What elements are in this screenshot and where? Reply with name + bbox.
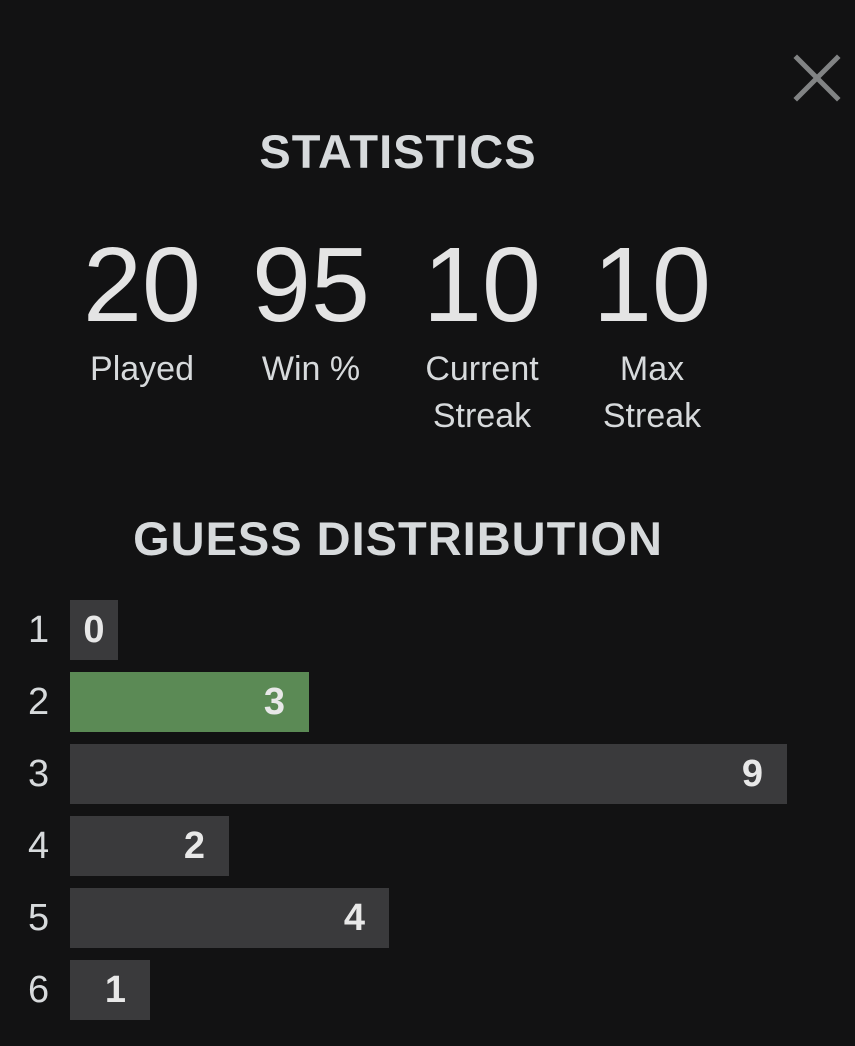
distribution-row: 2 3 (0, 672, 855, 732)
guess-number: 4 (28, 825, 50, 867)
distribution-row: 3 9 (0, 744, 855, 804)
distribution-bar: 2 (70, 816, 229, 876)
bar-count: 9 (741, 753, 763, 795)
guess-number: 3 (28, 753, 50, 795)
distribution-bar: 4 (70, 888, 389, 948)
stat-label-line1: Current (425, 350, 539, 388)
stat-value: 95 (252, 226, 370, 344)
stat-label-line1: Max (619, 350, 685, 388)
distribution-row: 5 4 (0, 888, 855, 948)
close-button[interactable] (791, 52, 843, 104)
distribution-row: 4 2 (0, 816, 855, 876)
stat-current-streak: 10 Current Streak (397, 230, 567, 440)
guess-number: 6 (28, 969, 50, 1011)
stat-value: 10 (423, 226, 541, 344)
distribution-bar: 0 (70, 600, 118, 660)
guess-distribution-title: GUESS DISTRIBUTION (133, 512, 663, 565)
statistics-title: STATISTICS (259, 125, 537, 178)
distribution-row: 6 1 (0, 960, 855, 1020)
bar-count: 1 (104, 969, 126, 1011)
bar-count: 0 (83, 609, 105, 651)
close-icon (793, 54, 841, 102)
stat-label: Current Streak (397, 346, 567, 440)
stat-max-streak: 10 Max Streak (567, 230, 737, 440)
distribution-bar: 1 (70, 960, 150, 1020)
stat-label: Max Streak (567, 346, 737, 440)
stat-win-percent: 95 Win % (226, 230, 396, 393)
guess-number: 2 (28, 681, 50, 723)
stat-value: 20 (83, 226, 201, 344)
distribution-bar: 3 (70, 672, 309, 732)
guess-number: 5 (28, 897, 50, 939)
bar-count: 2 (183, 825, 205, 867)
guess-number: 1 (28, 609, 50, 651)
bar-count: 3 (263, 681, 285, 723)
stat-played: 20 Played (57, 230, 227, 393)
stat-value: 10 (593, 226, 711, 344)
statistics-modal: STATISTICS 20 Played 95 Win % 10 Current… (0, 0, 855, 1046)
distribution-row: 1 0 (0, 600, 855, 660)
stat-label: Win % (261, 350, 361, 388)
distribution-bar: 9 (70, 744, 787, 804)
bar-count: 4 (343, 897, 365, 939)
guess-distribution-graph: 1 0 2 3 3 9 4 2 5 4 6 1 (0, 600, 855, 1032)
stat-label-line2: Streak (432, 397, 532, 435)
stat-label-line2: Streak (602, 397, 702, 435)
stat-label: Played (90, 350, 194, 388)
